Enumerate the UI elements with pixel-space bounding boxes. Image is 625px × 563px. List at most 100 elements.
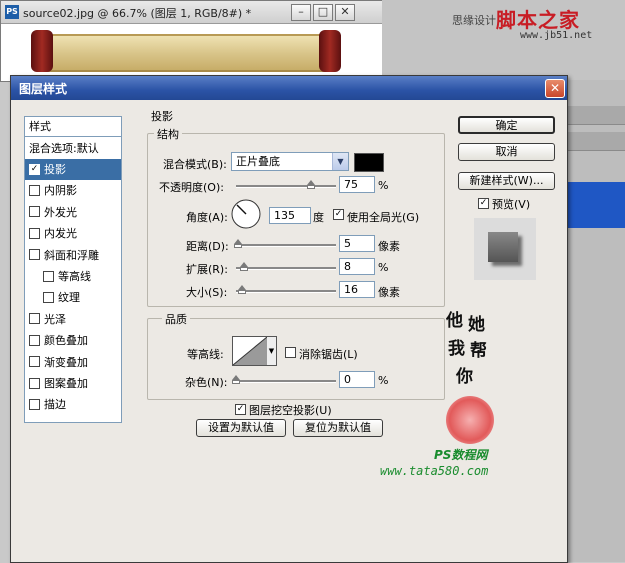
style-item[interactable]: 斜面和浮雕 — [25, 245, 121, 266]
watermark-char: 他 — [446, 311, 463, 331]
style-checkbox[interactable] — [29, 249, 40, 261]
style-item[interactable]: 内阴影 — [25, 180, 121, 201]
distance-slider-track[interactable] — [236, 244, 336, 247]
close-icon[interactable]: ✕ — [545, 79, 565, 98]
site-watermark: 思缘设计 脚本之家 www.jb51.net — [452, 6, 622, 46]
layer-style-dialog: 图层样式 ✕ 样式 混合选项:默认 ✓ 投影内阴影外发光内发光斜面和浮雕等高线 纹理… — [10, 75, 568, 563]
selected-layer-row[interactable] — [566, 182, 625, 228]
spread-slider-track[interactable] — [236, 267, 336, 270]
size-slider-thumb[interactable] — [238, 285, 247, 294]
panel-strip — [566, 106, 625, 125]
contour-picker[interactable] — [232, 336, 268, 366]
document-canvas[interactable] — [1, 24, 383, 81]
reset-default-button[interactable]: 复位为默认值 — [293, 419, 383, 437]
style-item[interactable]: ✓ 投影 — [25, 159, 121, 180]
style-item[interactable]: 颜色叠加 — [25, 330, 121, 351]
watermark-char: 她 — [468, 315, 485, 335]
opacity-label: 不透明度(O): — [159, 181, 224, 194]
style-checkbox[interactable] — [29, 398, 40, 410]
knockout-label: 图层挖空投影(U) — [249, 404, 332, 417]
global-light-label: 使用全局光(G) — [347, 211, 420, 224]
style-item[interactable]: 外发光 — [25, 202, 121, 223]
dialog-title: 图层样式 — [19, 82, 68, 96]
style-item-label: 光泽 — [44, 312, 66, 326]
watermark-brand: 脚本之家 — [496, 8, 580, 32]
cancel-button[interactable]: 取消 — [458, 143, 555, 161]
style-checkbox[interactable]: ✓ — [29, 163, 40, 175]
size-label: 大小(S): — [186, 286, 228, 299]
opacity-slider-track[interactable] — [236, 185, 336, 188]
style-item-label: 渐变叠加 — [44, 355, 88, 369]
spread-slider-thumb[interactable] — [240, 262, 249, 271]
preview-checkbox[interactable]: ✓ — [478, 198, 489, 209]
style-item[interactable]: 光泽 — [25, 309, 121, 330]
style-item-label: 颜色叠加 — [44, 334, 88, 348]
scroll-rod-left — [31, 30, 53, 72]
style-item[interactable]: 纹理 — [25, 287, 121, 308]
style-checkbox[interactable] — [43, 291, 54, 303]
opacity-slider-thumb[interactable] — [307, 180, 316, 189]
global-light-checkbox[interactable]: ✓ — [333, 209, 344, 220]
style-checkbox[interactable] — [29, 206, 40, 218]
handwriting-watermark: 他 她 我 帮 你 PS数程网 www.tata580.com — [380, 306, 536, 556]
anti-alias-label: 消除锯齿(L) — [299, 348, 358, 361]
make-default-button[interactable]: 设置为默认值 — [196, 419, 286, 437]
style-item[interactable]: 描边 — [25, 394, 121, 415]
preview-label: 预览(V) — [492, 198, 531, 211]
style-item[interactable]: 图案叠加 — [25, 373, 121, 394]
blending-options-item[interactable]: 混合选项:默认 — [25, 138, 121, 159]
dialog-titlebar[interactable]: 图层样式 ✕ — [11, 76, 567, 100]
styles-list: 样式 混合选项:默认 ✓ 投影内阴影外发光内发光斜面和浮雕等高线 纹理光泽颜色叠加渐… — [24, 116, 122, 423]
styles-header[interactable]: 样式 — [25, 117, 121, 137]
chevron-down-icon: ▼ — [332, 153, 348, 170]
close-icon[interactable]: ✕ — [335, 4, 355, 21]
angle-label: 角度(A): — [186, 211, 228, 224]
size-field[interactable]: 16 — [339, 281, 375, 298]
style-item-label: 内发光 — [44, 227, 77, 241]
style-item-label: 斜面和浮雕 — [44, 248, 99, 262]
style-checkbox[interactable] — [43, 270, 54, 282]
new-style-button[interactable]: 新建样式(W)... — [458, 172, 555, 190]
noise-slider-track[interactable] — [236, 380, 336, 383]
spread-field[interactable]: 8 — [339, 258, 375, 275]
noise-slider-thumb[interactable] — [232, 375, 241, 384]
document-titlebar[interactable]: PS source02.jpg @ 66.7% (图层 1, RGB/8#) *… — [1, 1, 383, 24]
style-item-label: 外发光 — [44, 205, 77, 219]
watermark-char: 帮 — [470, 341, 487, 361]
opacity-field[interactable]: 75 — [339, 176, 375, 193]
style-checkbox[interactable] — [29, 377, 40, 389]
opacity-unit: % — [378, 179, 389, 192]
watermark-small-text: 思缘设计 — [452, 14, 496, 27]
style-checkbox[interactable] — [29, 227, 40, 239]
style-item[interactable]: 内发光 — [25, 223, 121, 244]
knockout-checkbox[interactable]: ✓ — [235, 404, 246, 415]
structure-title: 结构 — [154, 126, 182, 142]
angle-field[interactable]: 135 — [269, 207, 311, 224]
shadow-color-swatch[interactable] — [354, 153, 384, 172]
style-checkbox[interactable] — [29, 334, 40, 346]
restore-icon[interactable]: □ — [313, 4, 333, 21]
contour-label: 等高线: — [187, 348, 224, 361]
anti-alias-checkbox[interactable] — [285, 347, 296, 358]
style-item-label: 内阴影 — [44, 184, 77, 198]
watermark-url: www.jb51.net — [520, 30, 593, 41]
angle-dial[interactable] — [231, 199, 261, 229]
chevron-down-icon[interactable]: ▼ — [267, 336, 277, 366]
distance-field[interactable]: 5 — [339, 235, 375, 252]
style-item[interactable]: 等高线 — [25, 266, 121, 287]
ps-site-label: PS数程网 — [434, 448, 488, 462]
minimize-icon[interactable]: – — [291, 4, 311, 21]
blend-mode-label: 混合模式(B): — [163, 158, 227, 171]
size-slider-track[interactable] — [236, 290, 336, 293]
style-item[interactable]: 渐变叠加 — [25, 352, 121, 373]
blend-mode-value: 正片叠底 — [236, 155, 280, 168]
document-window: PS source02.jpg @ 66.7% (图层 1, RGB/8#) *… — [0, 0, 384, 82]
contour-curve-icon — [233, 337, 267, 365]
style-checkbox[interactable] — [29, 313, 40, 325]
distance-slider-thumb[interactable] — [234, 239, 243, 248]
style-checkbox[interactable] — [29, 184, 40, 196]
ok-button[interactable]: 确定 — [458, 116, 555, 134]
style-checkbox[interactable] — [29, 356, 40, 368]
noise-field[interactable]: 0 — [339, 371, 375, 388]
blend-mode-select[interactable]: 正片叠底 ▼ — [231, 152, 349, 171]
